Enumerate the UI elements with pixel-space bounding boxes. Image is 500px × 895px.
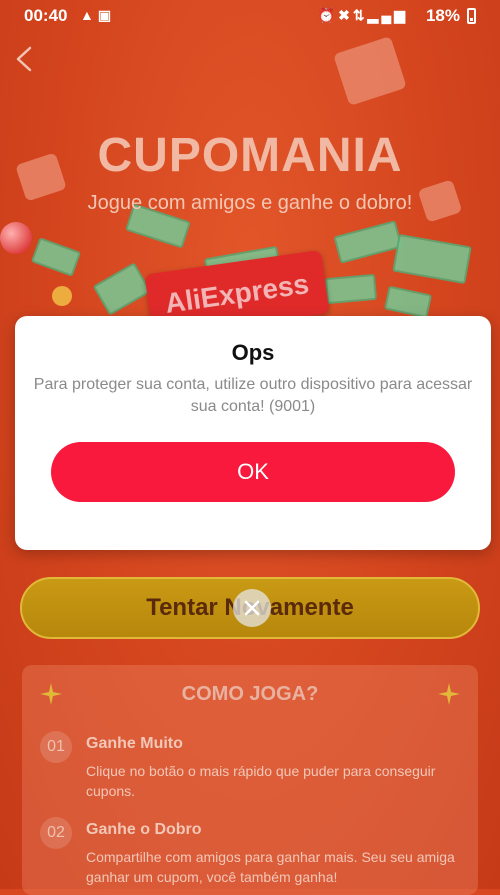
step-title: Ganhe o Dobro: [86, 821, 202, 838]
step-number: 01: [40, 731, 72, 763]
signal-icon: ▂▄▆: [367, 7, 408, 23]
close-button[interactable]: [233, 589, 271, 627]
back-arrow-icon[interactable]: [10, 44, 36, 74]
ok-button[interactable]: OK: [51, 442, 455, 502]
screencast-icon: ▣: [97, 7, 116, 23]
notification-icon: ▲: [80, 7, 98, 23]
ball-decoration: [0, 222, 32, 254]
alarm-icon: ⏰: [317, 7, 339, 23]
data-icon: ⇅: [352, 7, 368, 23]
how-to-play-title: COMO JOGA?: [181, 683, 319, 705]
close-icon: [244, 600, 260, 616]
game-title: CUPOMANIA: [97, 129, 403, 182]
system-icons: ⏰✖⇅▂▄▆: [318, 7, 408, 24]
status-time: 00:40: [24, 6, 68, 25]
money-decoration: [324, 273, 378, 305]
error-dialog: Ops Para proteger sua conta, utilize out…: [15, 316, 491, 550]
dialog-message: Para proteger sua conta, utilize outro d…: [33, 376, 473, 415]
step-number: 02: [40, 817, 72, 849]
status-bar: 00:40 ▲▣ ⏰✖⇅▂▄▆ 18%: [0, 0, 500, 32]
how-to-play-panel: COMO JOGA? 01 Ganhe Muito Clique no botã…: [22, 665, 478, 895]
notification-icons: ▲▣: [80, 7, 115, 24]
step-description: Compartilhe com amigos para ganhar mais.…: [86, 849, 455, 885]
game-subtitle: Jogue com amigos e ganhe o dobro!: [87, 192, 413, 214]
mute-icon: ✖: [338, 7, 353, 23]
step-description: Clique no botão o mais rápido que puder …: [86, 763, 436, 799]
step-title: Ganhe Muito: [86, 735, 183, 752]
coin-decoration: [52, 286, 72, 306]
battery-percent: 18%: [425, 6, 460, 25]
dialog-title: Ops: [231, 340, 275, 365]
battery-icon: [467, 8, 476, 24]
